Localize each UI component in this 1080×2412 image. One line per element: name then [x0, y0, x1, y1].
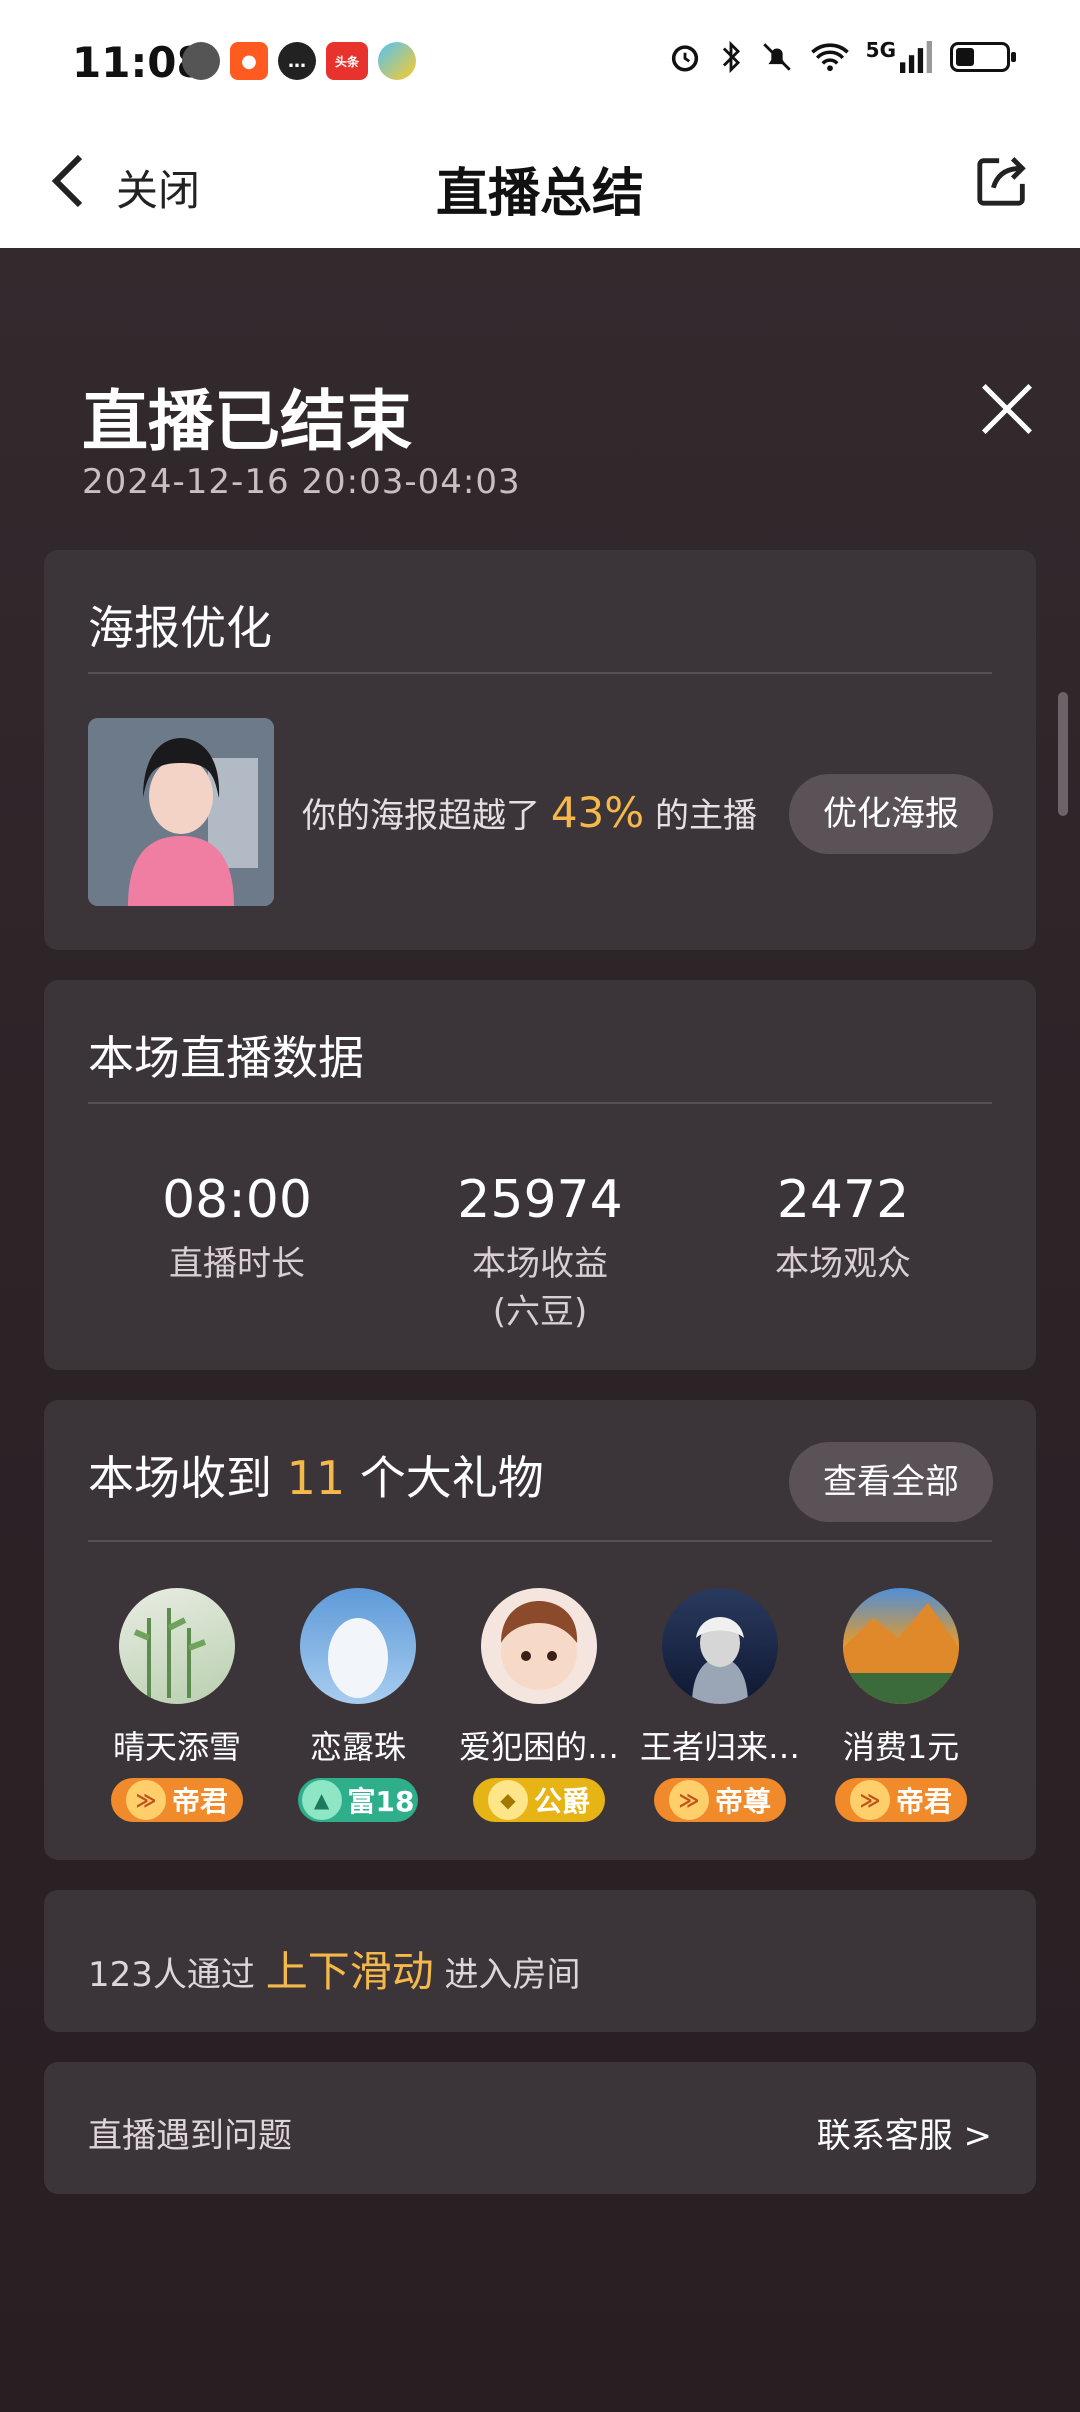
scrollbar[interactable]	[1058, 692, 1068, 816]
crown-icon: ≫	[849, 1780, 890, 1820]
stat-label: 本场收益 (六豆)	[390, 1240, 690, 1336]
gift-giver[interactable]: 消费1元 ≫ 帝君	[811, 1588, 991, 1822]
stat-label-unit: (六豆)	[492, 1292, 588, 1332]
rank-badge: ≫ 帝尊	[654, 1778, 786, 1822]
divider	[88, 1102, 992, 1104]
stat-value: 08:00	[162, 1170, 312, 1230]
status-bar: 11:08 ● … 头条 5G	[0, 0, 1080, 125]
rank-badge: ◆ 公爵	[473, 1778, 605, 1822]
gift-giver-name: 恋露珠	[309, 1728, 406, 1766]
gift-giver[interactable]: 王者归来… ≫ 帝尊	[630, 1588, 810, 1822]
gifts-title-prefix: 本场收到	[88, 1451, 272, 1505]
gift-giver-name: 晴天添雪	[112, 1728, 241, 1766]
badge-label: 公爵	[533, 1785, 590, 1818]
rank-badge: ≫ 帝君	[111, 1778, 243, 1822]
gift-giver[interactable]: 爱犯困的… ◆ 公爵	[449, 1588, 629, 1822]
divider	[88, 672, 992, 674]
poster-thumbnail[interactable]	[88, 718, 274, 906]
triangle-icon: ▲	[301, 1780, 342, 1820]
stat-duration: 08:00 直播时长	[87, 1170, 387, 1288]
badge-label: 帝君	[895, 1785, 952, 1818]
contact-support-link[interactable]: 联系客服 >	[817, 2108, 992, 2157]
system-icons: 5G	[668, 38, 1016, 74]
signal-icon	[900, 41, 932, 73]
stat-value: 2472	[776, 1170, 910, 1230]
gift-giver-name: 爱犯困的…	[458, 1728, 619, 1766]
stat-earnings: 25974 本场收益 (六豆)	[390, 1170, 690, 1336]
colorful-app-icon	[378, 42, 416, 80]
avatar	[300, 1588, 416, 1704]
gifts-card-title: 本场收到 11 个大礼物	[88, 1442, 544, 1508]
avatar	[119, 1588, 235, 1704]
stat-label: 直播时长	[169, 1244, 305, 1284]
gifts-title-suffix: 个大礼物	[359, 1451, 544, 1505]
crown-icon: ≫	[668, 1780, 709, 1820]
diamond-icon: ◆	[487, 1780, 528, 1820]
network-type-label: 5G	[865, 38, 896, 62]
bluetooth-icon	[722, 40, 740, 74]
rank-badge: ▲ 富18	[298, 1778, 418, 1822]
problem-label: 直播遇到问题	[88, 2116, 292, 2156]
gift-giver[interactable]: 恋露珠 ▲ 富18	[268, 1588, 448, 1822]
poster-rank-text: 你的海报超越了 43% 的主播	[302, 788, 757, 837]
battery-icon	[950, 42, 1016, 72]
stat-value: 25974	[457, 1170, 623, 1230]
badge-label: 帝君	[171, 1785, 228, 1818]
gifts-card: 本场收到 11 个大礼物 查看全部 晴天添雪 ≫ 帝君 恋露珠 ▲ 富18 爱犯…	[44, 1400, 1036, 1860]
live-ended-title: 直播已结束	[82, 383, 412, 460]
problem-card: 直播遇到问题 联系客服 >	[44, 2062, 1036, 2194]
toutiao-icon: 头条	[326, 42, 368, 80]
poster-card-title: 海报优化	[88, 601, 272, 655]
message-icon: …	[278, 42, 316, 80]
badge-label: 帝尊	[714, 1785, 771, 1818]
optimize-poster-button[interactable]: 优化海报	[789, 774, 993, 854]
stat-viewers: 2472 本场观众	[693, 1170, 993, 1288]
swipe-text-suffix: 进入房间	[444, 1955, 581, 1995]
badge-label: 富18	[347, 1785, 415, 1818]
swipe-entry-text: 123人通过 上下滑动 进入房间	[88, 1938, 581, 1999]
gift-giver-name: 王者归来…	[639, 1728, 800, 1766]
poster-text-prefix: 你的海报超越了	[302, 796, 540, 836]
gifts-count: 11	[286, 1451, 346, 1505]
stats-card-title: 本场直播数据	[88, 1031, 364, 1085]
rank-badge: ≫ 帝君	[835, 1778, 967, 1822]
notification-icons: ● … 头条	[182, 42, 416, 80]
poster-text-suffix: 的主播	[654, 796, 757, 836]
swipe-highlight: 上下滑动	[265, 1947, 434, 1996]
poster-percent: 43%	[550, 788, 645, 837]
avatar-app-icon	[182, 42, 220, 80]
gift-giver[interactable]: 晴天添雪 ≫ 帝君	[87, 1588, 267, 1822]
alarm-icon	[671, 45, 698, 72]
view-all-button[interactable]: 查看全部	[789, 1442, 993, 1522]
poster-card: 海报优化 你的海报超越了 43% 的主播 优化海报	[44, 550, 1036, 950]
share-icon[interactable]	[974, 151, 1032, 209]
kuaishou-icon: ●	[230, 42, 268, 80]
mute-icon	[762, 43, 791, 71]
swipe-entry-card: 123人通过 上下滑动 进入房间	[44, 1890, 1036, 2032]
live-time-range: 2024-12-16 20:03-04:03	[82, 462, 521, 502]
live-stats-card: 本场直播数据 08:00 直播时长 25974 本场收益 (六豆) 2472 本…	[44, 980, 1036, 1370]
close-icon[interactable]	[978, 380, 1036, 438]
avatar	[662, 1588, 778, 1704]
stat-label-main: 本场收益	[472, 1244, 608, 1284]
swipe-text-prefix: 123人通过	[88, 1955, 255, 1995]
crown-icon: ≫	[125, 1780, 166, 1820]
avatar	[843, 1588, 959, 1704]
wifi-icon	[810, 43, 849, 72]
avatar	[481, 1588, 597, 1704]
gift-giver-name: 消费1元	[842, 1728, 960, 1766]
nav-header: 关闭 直播总结	[0, 125, 1080, 248]
divider	[88, 1540, 992, 1542]
stat-label: 本场观众	[775, 1244, 911, 1284]
page-title: 直播总结	[435, 164, 644, 224]
